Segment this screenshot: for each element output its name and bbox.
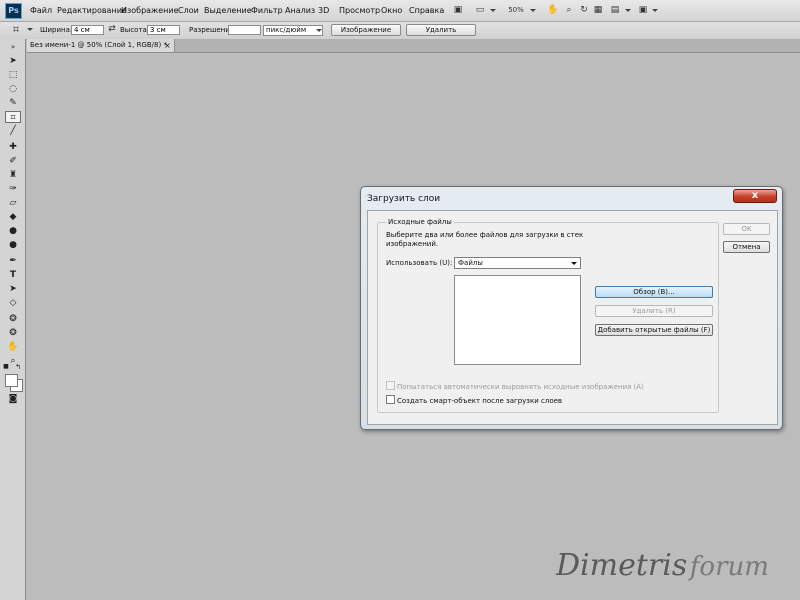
add-open-files-button[interactable]: Добавить открытые файлы (F) bbox=[595, 324, 713, 336]
auto-align-label: Попытаться автоматически выровнять исход… bbox=[397, 383, 644, 391]
smart-object-label: Создать смарт-объект после загрузки слое… bbox=[397, 397, 563, 405]
dialog-body: Исходные файлы Выберите два или более фа… bbox=[367, 210, 778, 425]
chevron-down-icon[interactable] bbox=[625, 9, 631, 12]
toolbox: » ➤ ⬚ ◌ ✎ ⌗ ╱ ✚ ✐ ♜ ✑ ▱ ◆ ● ● ✒ T ➤ ◇ ❂ … bbox=[0, 39, 26, 600]
blur-tool-icon[interactable]: ● bbox=[5, 225, 21, 237]
resolution-unit-select[interactable]: пикс/дюйм bbox=[263, 25, 323, 36]
rotate-view-icon[interactable]: ↻ bbox=[578, 4, 590, 17]
brush-tool-icon[interactable]: ✐ bbox=[5, 155, 21, 167]
height-label: Высота: bbox=[120, 26, 150, 34]
3d-orbit-tool-icon[interactable]: ❂ bbox=[5, 327, 21, 339]
close-icon[interactable]: × bbox=[164, 39, 171, 52]
dodge-tool-icon[interactable]: ● bbox=[5, 239, 21, 251]
menu-filter[interactable]: Фильтр bbox=[251, 6, 283, 15]
shape-tool-icon[interactable]: ◇ bbox=[5, 297, 21, 309]
menu-window[interactable]: Окно bbox=[381, 6, 402, 15]
width-label: Ширина: bbox=[40, 26, 73, 34]
quick-selection-tool-icon[interactable]: ✎ bbox=[5, 97, 21, 109]
swap-icon[interactable]: ⇄ bbox=[107, 23, 117, 36]
pen-tool-icon[interactable]: ✒ bbox=[5, 255, 21, 267]
load-layers-dialog: Загрузить слои x Исходные файлы Выберите… bbox=[360, 186, 783, 430]
quick-mask-icon[interactable]: ◙ bbox=[5, 393, 21, 405]
chevron-down-icon[interactable] bbox=[27, 28, 33, 31]
checkbox-box bbox=[386, 395, 395, 404]
zoom-icon[interactable]: ⌕ bbox=[563, 4, 575, 17]
chevron-down-icon[interactable] bbox=[652, 9, 658, 12]
remove-button[interactable]: Удалить (R) bbox=[595, 305, 713, 317]
paint-bucket-tool-icon[interactable]: ◆ bbox=[5, 211, 21, 223]
file-list[interactable] bbox=[454, 275, 581, 365]
use-label: Использовать (U): bbox=[386, 259, 453, 267]
checkbox-box bbox=[386, 381, 395, 390]
view-extras-icon[interactable]: ▭ bbox=[474, 4, 486, 17]
hand-tool-icon[interactable]: ✋ bbox=[5, 341, 21, 353]
menu-help[interactable]: Справка bbox=[409, 6, 444, 15]
front-image-button[interactable]: Изображение bbox=[331, 24, 401, 36]
options-bar: ⌗ Ширина: ⇄ Высота: Разрешение: пикс/дюй… bbox=[0, 22, 800, 40]
3d-rotate-tool-icon[interactable]: ❂ bbox=[5, 313, 21, 325]
foreground-color-swatch[interactable] bbox=[5, 374, 18, 387]
bridge-icon[interactable]: ▣ bbox=[452, 4, 464, 17]
source-files-description: Выберите два или более файлов для загруз… bbox=[386, 231, 584, 248]
collapse-toolbox-icon[interactable]: » bbox=[5, 41, 21, 53]
height-input[interactable] bbox=[147, 25, 180, 35]
menu-3d[interactable]: 3D bbox=[318, 6, 329, 15]
history-brush-tool-icon[interactable]: ✑ bbox=[5, 183, 21, 195]
swap-colors-icon[interactable]: ↰ bbox=[13, 361, 23, 373]
healing-brush-tool-icon[interactable]: ✚ bbox=[5, 141, 21, 153]
marquee-tool-icon[interactable]: ⬚ bbox=[5, 69, 21, 81]
document-tab[interactable]: Без имени-1 @ 50% (Слой 1, RGB/8) * × bbox=[27, 39, 175, 52]
resolution-unit-value: пикс/дюйм bbox=[266, 26, 307, 34]
use-select-value: Файлы bbox=[458, 259, 483, 267]
width-input[interactable] bbox=[71, 25, 104, 35]
menu-bar: Ps Файл Редактирование Изображение Слои … bbox=[0, 0, 800, 22]
move-tool-icon[interactable]: ➤ bbox=[5, 55, 21, 67]
eraser-tool-icon[interactable]: ▱ bbox=[5, 197, 21, 209]
hand-icon[interactable]: ✋ bbox=[547, 4, 559, 17]
lasso-tool-icon[interactable]: ◌ bbox=[5, 83, 21, 95]
menu-analysis[interactable]: Анализ bbox=[285, 6, 315, 15]
type-tool-icon[interactable]: T bbox=[5, 269, 21, 281]
source-files-label: Исходные файлы bbox=[386, 218, 454, 226]
screen-mode-icon[interactable]: ▣ bbox=[636, 4, 650, 17]
zoom-level[interactable]: 50% bbox=[506, 4, 526, 17]
close-button[interactable]: x bbox=[733, 189, 777, 203]
document-tab-bar: Без имени-1 @ 50% (Слой 1, RGB/8) * × bbox=[27, 39, 800, 53]
clone-stamp-tool-icon[interactable]: ♜ bbox=[5, 169, 21, 181]
watermark-text-forum: forum bbox=[689, 552, 769, 582]
source-files-group: Исходные файлы Выберите два или более фа… bbox=[377, 218, 719, 413]
chevron-down-icon bbox=[316, 29, 322, 32]
watermark: Dimetris forum bbox=[556, 548, 769, 583]
default-colors-icon[interactable]: ■ bbox=[1, 361, 11, 373]
document-tab-title: Без имени-1 @ 50% (Слой 1, RGB/8) * bbox=[30, 41, 167, 49]
clear-button[interactable]: Удалить bbox=[406, 24, 476, 36]
menu-view[interactable]: Просмотр bbox=[339, 6, 380, 15]
menu-image[interactable]: Изображение bbox=[121, 6, 179, 15]
cancel-button[interactable]: Отмена bbox=[723, 241, 770, 253]
crop-tool-icon[interactable]: ⌗ bbox=[9, 23, 23, 36]
ruler-icon[interactable]: ▦ bbox=[592, 4, 604, 17]
photoshop-logo: Ps bbox=[5, 3, 22, 19]
browse-button[interactable]: Обзор (B)... bbox=[595, 286, 713, 298]
arrange-documents-icon[interactable]: ▤ bbox=[608, 4, 622, 17]
auto-align-checkbox[interactable]: Попытаться автоматически выровнять исход… bbox=[386, 381, 644, 391]
crop-tool-icon[interactable]: ⌗ bbox=[5, 111, 21, 123]
watermark-text: Dimetris bbox=[556, 548, 688, 583]
use-select[interactable]: Файлы bbox=[454, 257, 581, 269]
eyedropper-tool-icon[interactable]: ╱ bbox=[5, 125, 21, 137]
smart-object-checkbox[interactable]: Создать смарт-объект после загрузки слое… bbox=[386, 395, 562, 405]
menu-file[interactable]: Файл bbox=[30, 6, 52, 15]
menu-edit[interactable]: Редактирование bbox=[57, 6, 127, 15]
path-selection-tool-icon[interactable]: ➤ bbox=[5, 283, 21, 295]
ok-button[interactable]: OK bbox=[723, 223, 770, 235]
chevron-down-icon[interactable] bbox=[490, 9, 496, 12]
chevron-down-icon[interactable] bbox=[530, 9, 536, 12]
chevron-down-icon bbox=[571, 262, 577, 265]
dialog-title: Загрузить слои bbox=[367, 194, 441, 204]
menu-select[interactable]: Выделение bbox=[204, 6, 252, 15]
menu-layers[interactable]: Слои bbox=[178, 6, 199, 15]
resolution-input[interactable] bbox=[228, 25, 261, 35]
